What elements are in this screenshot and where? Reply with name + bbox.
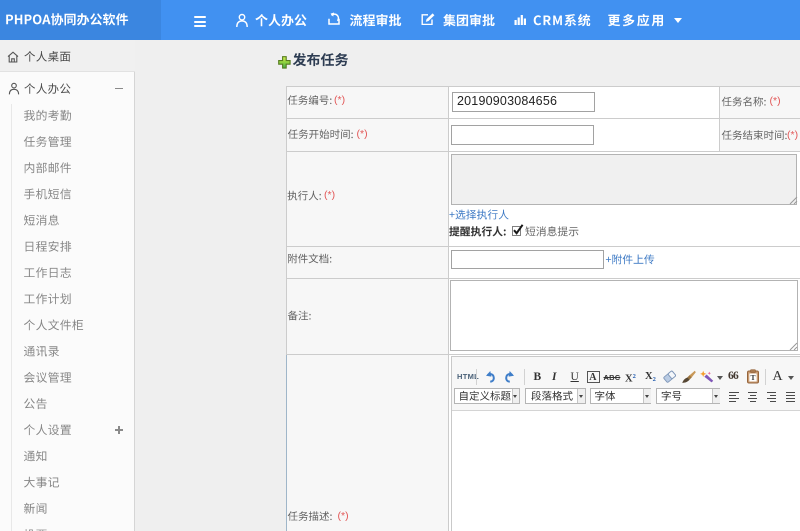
svg-text:T: T xyxy=(750,373,755,382)
